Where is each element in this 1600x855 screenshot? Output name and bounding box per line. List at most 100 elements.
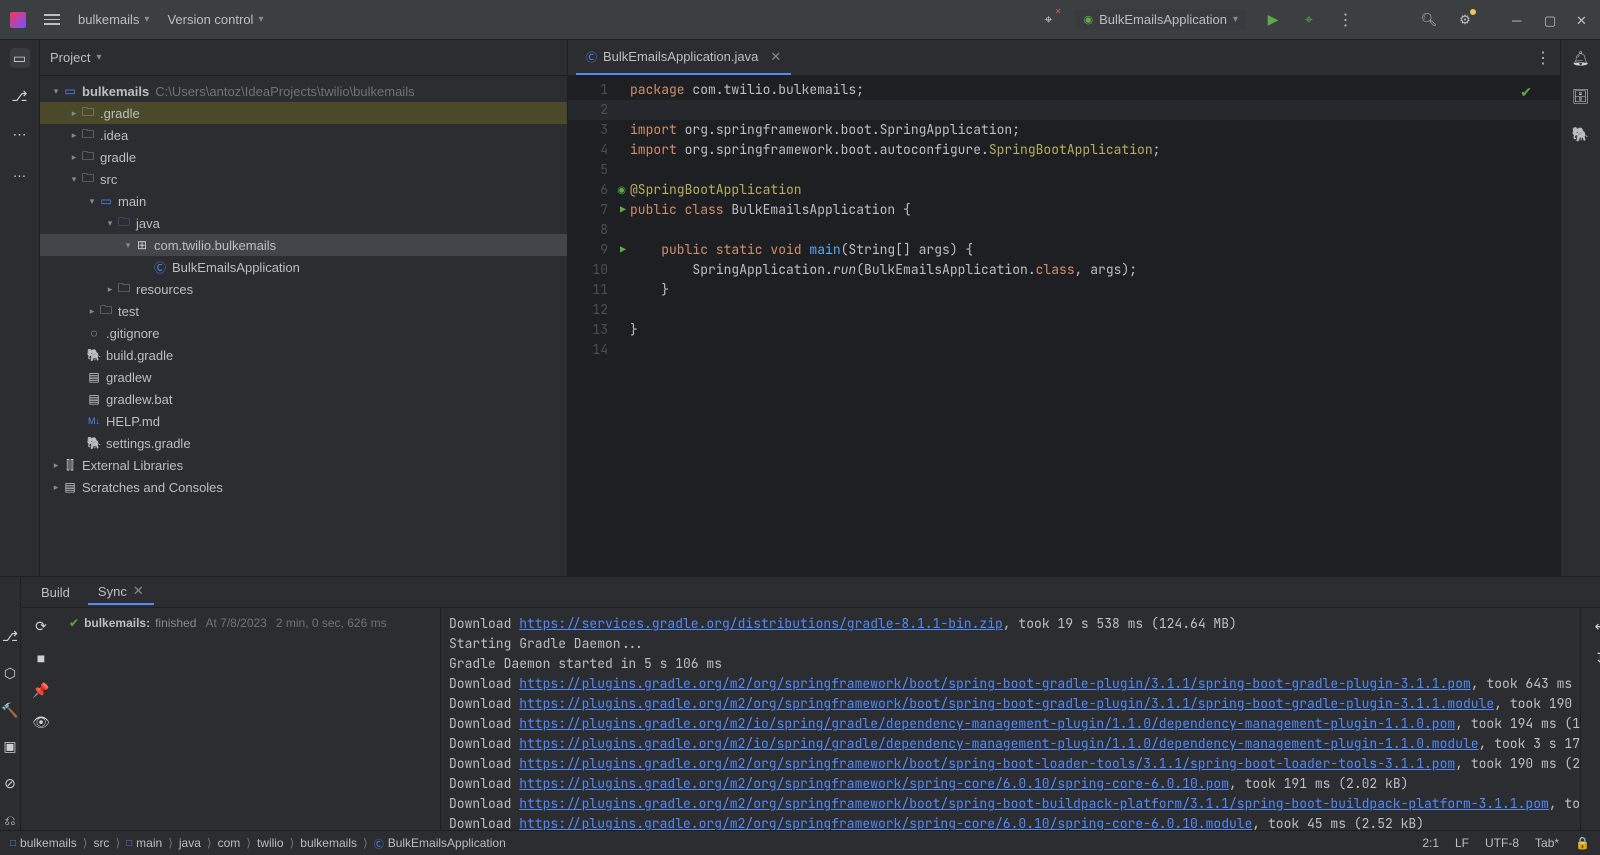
- tree-package[interactable]: ▾⊞com.twilio.bulkemails: [40, 234, 567, 256]
- vcs-label: Version control: [167, 12, 253, 27]
- tree-folder-main[interactable]: ▾▭main: [40, 190, 567, 212]
- problems-tool-icon[interactable]: ⊘: [0, 774, 20, 793]
- module-icon: ▭: [98, 194, 114, 208]
- run-config-name: BulkEmailsApplication: [1099, 12, 1227, 27]
- tree-file-gradlew[interactable]: ▤gradlew: [40, 366, 567, 388]
- tree-class-app[interactable]: ⒸBulkEmailsApplication: [40, 256, 567, 278]
- caret-position[interactable]: 2:1: [1422, 836, 1439, 850]
- structure-tool-icon[interactable]: ⋯: [10, 124, 30, 144]
- project-dropdown[interactable]: bulkemails▾: [78, 12, 149, 27]
- line-separator[interactable]: LF: [1455, 836, 1469, 850]
- services-tool-icon[interactable]: ⬡: [0, 664, 20, 683]
- console-toolbar: ↩ ↧: [1580, 608, 1600, 830]
- notifications-icon[interactable]: 🔔︎: [1571, 48, 1591, 68]
- build-tool-icon[interactable]: 🔨: [0, 701, 20, 720]
- folder-icon: 🗀: [80, 169, 96, 190]
- tree-folder-java[interactable]: ▾🗀java: [40, 212, 567, 234]
- tree-external-libraries[interactable]: ▸⫿⫿External Libraries: [40, 454, 567, 476]
- tree-file-help-md[interactable]: M↓HELP.md: [40, 410, 567, 432]
- analysis-ok-icon[interactable]: ✔: [1520, 84, 1532, 102]
- tree-folder-src[interactable]: ▾🗀src: [40, 168, 567, 190]
- search-icon[interactable]: 🔍︎: [1420, 11, 1438, 29]
- scratches-icon: ▤: [62, 480, 78, 494]
- class-icon: Ⓒ: [152, 259, 168, 276]
- resources-folder-icon: 🗀: [116, 279, 132, 300]
- bottom-left-strip: ⎇ ⬡ 🔨 ▣ ⊘ ⎌: [0, 577, 21, 830]
- left-tool-strip: ▭ ⎇ ⋯ …: [0, 40, 40, 576]
- project-panel-title: Project: [50, 50, 90, 65]
- code-editor[interactable]: 123456◉7▶89▶1011121314 package com.twili…: [568, 76, 1560, 576]
- pin-icon[interactable]: 📌: [31, 680, 51, 700]
- project-tool-icon[interactable]: ▭: [10, 48, 30, 68]
- tree-file-gradlew-bat[interactable]: ▤gradlew.bat: [40, 388, 567, 410]
- tree-root[interactable]: ▾▭bulkemailsC:\Users\antoz\IdeaProjects\…: [40, 80, 567, 102]
- tree-folder-test[interactable]: ▸🗀test: [40, 300, 567, 322]
- vcs-tool-icon[interactable]: ⎌: [0, 811, 20, 830]
- terminal-tool-icon[interactable]: ▣: [0, 737, 20, 756]
- indent-info[interactable]: Tab*: [1535, 836, 1559, 850]
- breadcrumb[interactable]: □bulkemails⟩src⟩□main⟩java⟩com⟩twilio⟩bu…: [10, 836, 506, 851]
- settings-icon[interactable]: ⚙: [1456, 11, 1474, 29]
- readonly-icon[interactable]: 🔒: [1575, 836, 1590, 850]
- gradle-icon: 🐘: [86, 436, 102, 450]
- scroll-end-icon[interactable]: ↧: [1591, 648, 1600, 668]
- sync-task-tree[interactable]: ✔ bulkemails: finished At 7/8/2023 2 min…: [61, 608, 441, 830]
- right-tool-strip: 🔔︎ 🗄 🐘: [1560, 40, 1600, 576]
- gutter[interactable]: 123456◉7▶89▶1011121314: [568, 76, 630, 576]
- more-tool-icon[interactable]: …: [10, 162, 30, 182]
- status-bar: □bulkemails⟩src⟩□main⟩java⟩com⟩twilio⟩bu…: [0, 830, 1600, 855]
- class-icon: Ⓒ: [586, 49, 597, 65]
- bottom-panel: ⎇ ⬡ 🔨 ▣ ⊘ ⎌ Build Sync✕ ⟳ ■ 📌 👁 ✔ bulkem…: [0, 576, 1600, 830]
- project-panel: Project ▾ ▾▭bulkemailsC:\Users\antoz\Ide…: [40, 40, 568, 576]
- library-icon: ⫿⫿: [62, 458, 78, 473]
- refresh-icon[interactable]: ⟳: [31, 616, 51, 636]
- tree-folder-resources[interactable]: ▸🗀resources: [40, 278, 567, 300]
- maximize-button[interactable]: ▢: [1544, 13, 1558, 27]
- gradle-tool-icon[interactable]: 🐘: [1571, 124, 1591, 144]
- tree-file-settings-gradle[interactable]: 🐘settings.gradle: [40, 432, 567, 454]
- editor-area: Ⓒ BulkEmailsApplication.java ✕ ⋮ 123456◉…: [568, 40, 1560, 576]
- chevron-down-icon[interactable]: ▾: [96, 52, 101, 63]
- tree-scratches[interactable]: ▸▤Scratches and Consoles: [40, 476, 567, 498]
- editor-tab[interactable]: Ⓒ BulkEmailsApplication.java ✕: [576, 40, 791, 75]
- module-icon: ▭: [62, 84, 78, 98]
- close-button[interactable]: ✕: [1576, 13, 1590, 27]
- tree-folder-gradle-hidden[interactable]: ▸🗀.gradle: [40, 102, 567, 124]
- editor-more-icon[interactable]: ⋮: [1535, 48, 1550, 68]
- vcs-dropdown[interactable]: Version control ▾: [167, 12, 263, 27]
- folder-icon: 🗀: [80, 125, 96, 146]
- folder-icon: 🗀: [98, 301, 114, 322]
- tree-folder-idea[interactable]: ▸🗀.idea: [40, 124, 567, 146]
- app-logo-icon: [10, 12, 26, 28]
- inspection-icon[interactable]: ⌖: [1039, 11, 1057, 29]
- main-menu-icon[interactable]: [44, 14, 60, 25]
- more-actions-icon[interactable]: ⋮: [1336, 11, 1354, 29]
- tree-folder-gradle[interactable]: ▸🗀gradle: [40, 146, 567, 168]
- tree-file-gitignore[interactable]: ◌.gitignore: [40, 322, 567, 344]
- project-tree[interactable]: ▾▭bulkemailsC:\Users\antoz\IdeaProjects\…: [40, 76, 567, 576]
- chevron-down-icon: ▾: [258, 14, 263, 25]
- source-folder-icon: 🗀: [116, 213, 132, 234]
- tree-file-build-gradle[interactable]: 🐘build.gradle: [40, 344, 567, 366]
- debug-button[interactable]: ⌖: [1300, 11, 1318, 29]
- commit-tool-icon[interactable]: ⎇: [10, 86, 30, 106]
- close-tab-icon[interactable]: ✕: [770, 49, 781, 65]
- bottom-tab-sync[interactable]: Sync✕: [88, 579, 154, 605]
- markdown-icon: M↓: [86, 416, 102, 426]
- build-console[interactable]: Download https://services.gradle.org/dis…: [441, 608, 1580, 830]
- gradle-icon: 🐘: [86, 348, 102, 362]
- soft-wrap-icon[interactable]: ↩: [1591, 616, 1600, 636]
- run-button[interactable]: ▶: [1264, 11, 1282, 29]
- close-tab-icon[interactable]: ✕: [133, 583, 144, 599]
- file-encoding[interactable]: UTF-8: [1485, 836, 1519, 850]
- folder-icon: 🗀: [80, 147, 96, 168]
- database-tool-icon[interactable]: 🗄: [1571, 86, 1591, 106]
- run-config-dropdown[interactable]: ◉ BulkEmailsApplication ▾: [1075, 9, 1246, 30]
- sync-toolbar: ⟳ ■ 📌 👁: [21, 608, 61, 830]
- bottom-tab-build[interactable]: Build: [31, 581, 80, 604]
- stop-icon[interactable]: ■: [31, 648, 51, 668]
- show-icon[interactable]: 👁: [31, 712, 51, 732]
- file-icon: ◌: [86, 326, 102, 340]
- minimize-button[interactable]: ─: [1512, 13, 1526, 27]
- git-tool-icon[interactable]: ⎇: [0, 627, 20, 646]
